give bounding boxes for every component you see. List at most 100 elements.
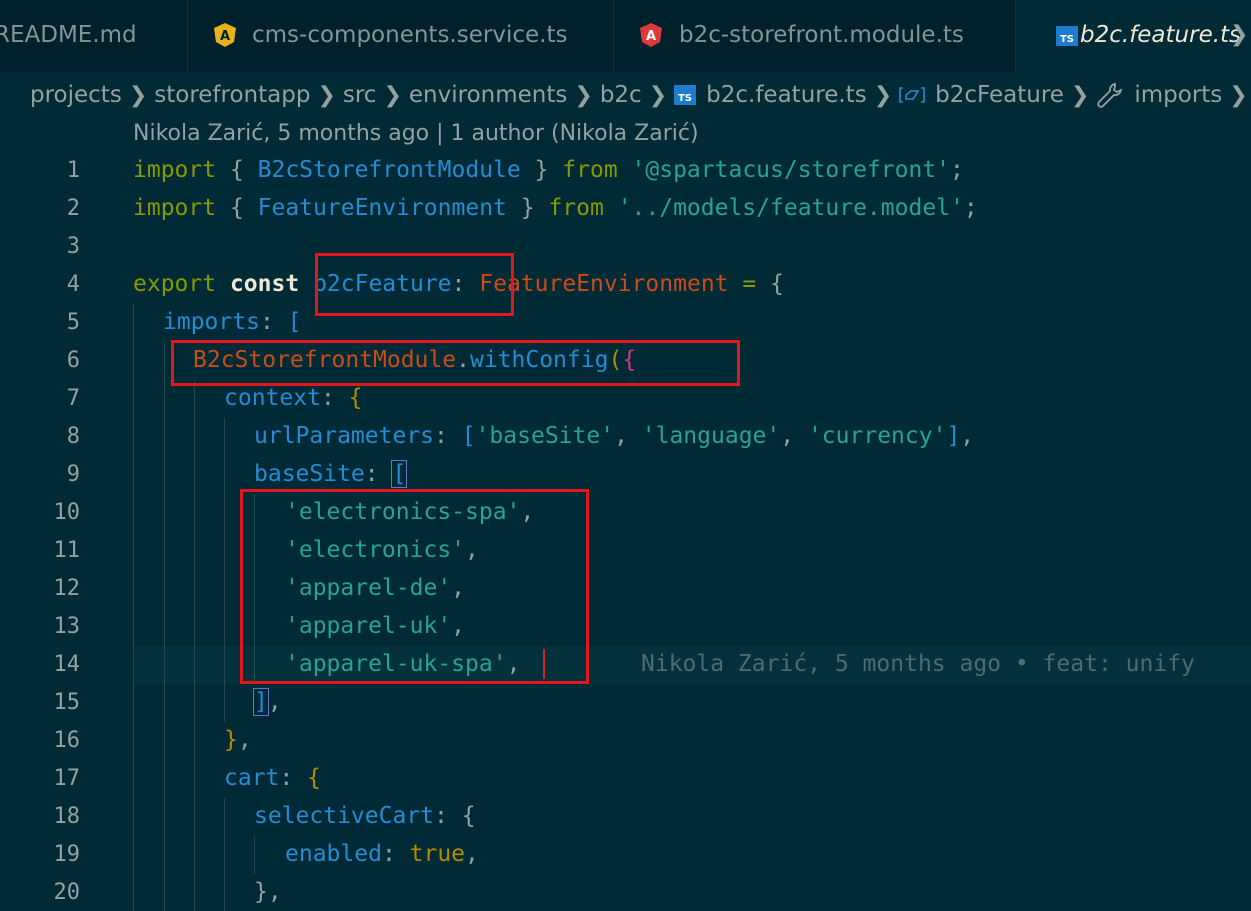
breadcrumb-item-file[interactable]: TS b2c.feature.ts [674, 82, 867, 108]
code-line[interactable]: 17 cart: { [0, 760, 1251, 798]
code-line[interactable]: 1 import { B2cStorefrontModule } from '@… [0, 152, 1251, 190]
breadcrumb-item[interactable]: b2c [600, 82, 642, 108]
indent-guide [133, 532, 134, 570]
indent-guide [224, 798, 225, 836]
indent-guide [164, 646, 165, 684]
indent-guide [133, 494, 134, 532]
line-number: 11 [53, 538, 81, 563]
code-line[interactable]: 15 ], [0, 684, 1251, 722]
codelens-blame[interactable]: Nikola Zarić, 5 months ago | 1 author (N… [133, 121, 699, 146]
line-number: 5 [66, 310, 80, 335]
breadcrumb-item-property[interactable]: imports [1096, 82, 1222, 108]
code-line[interactable]: 10 'electronics-spa', [0, 494, 1251, 532]
indent-guide [164, 722, 165, 760]
chevron-right-icon: ❯ [574, 82, 593, 108]
indent-guide [164, 760, 165, 798]
indent-guide [164, 684, 165, 722]
inline-blame[interactable]: Nikola Zarić, 5 months ago • feat: unify [641, 651, 1195, 677]
code-text: }, [224, 727, 252, 753]
indent-guide [164, 798, 165, 836]
line-number: 6 [66, 348, 80, 373]
tab-readme[interactable]: README.md [0, 0, 188, 72]
indent-guide [133, 304, 134, 342]
indent-guide [133, 570, 134, 608]
indent-guide [133, 684, 134, 722]
code-line[interactable]: 19 enabled: true, [0, 836, 1251, 874]
indent-guide [133, 798, 134, 836]
code-text: import { FeatureEnvironment } from '../m… [133, 195, 978, 221]
indent-guide [194, 836, 195, 874]
line-number: 7 [66, 386, 80, 411]
wrench-icon [1096, 82, 1124, 108]
line-number: 13 [53, 614, 81, 639]
indent-guide [224, 836, 225, 874]
code-line-current[interactable]: 14 'apparel-uk-spa', Nikola Zarić, 5 mon… [0, 646, 1251, 684]
indent-guide [194, 760, 195, 798]
code-line[interactable]: 13 'apparel-uk', [0, 608, 1251, 646]
indent-guide [164, 836, 165, 874]
code-line[interactable]: 8 urlParameters: ['baseSite', 'language'… [0, 418, 1251, 456]
code-text: baseSite: [ [254, 460, 408, 488]
code-line[interactable]: 5 imports: [ [0, 304, 1251, 342]
svg-text:A: A [646, 29, 656, 44]
code-line[interactable]: 16 }, [0, 722, 1251, 760]
code-line[interactable]: 12 'apparel-de', [0, 570, 1251, 608]
tab-label: cms-components.service.ts [252, 22, 568, 48]
line-number: 9 [66, 462, 80, 487]
indent-guide [164, 608, 165, 646]
chevron-right-icon: ❯ [128, 82, 148, 108]
indent-guide [194, 494, 195, 532]
indent-guide [133, 722, 134, 760]
indent-guide [164, 494, 165, 532]
breadcrumb-item[interactable]: projects [30, 82, 122, 108]
indent-guide [254, 836, 255, 874]
tab-b2c-feature[interactable]: TS b2c.feature.ts ❯ [1016, 0, 1251, 72]
indent-guide [224, 456, 225, 494]
indent-guide [194, 874, 195, 911]
chevron-right-icon: ❯ [873, 82, 893, 108]
indent-guide [164, 570, 165, 608]
tab-bar: README.md A cms-components.service.ts A … [0, 0, 1251, 72]
code-text: urlParameters: ['baseSite', 'language', … [254, 423, 975, 449]
code-line[interactable]: 9 baseSite: [ [0, 456, 1251, 494]
chevron-right-icon[interactable]: ❯ [1230, 22, 1248, 47]
code-text: import { B2cStorefrontModule } from '@sp… [133, 157, 964, 183]
code-line[interactable]: 4 export const b2cFeature: FeatureEnviro… [0, 266, 1251, 304]
indent-guide [224, 874, 225, 911]
code-line[interactable]: 11 'electronics', [0, 532, 1251, 570]
breadcrumb-item-symbol[interactable]: b2cFeature [899, 82, 1064, 108]
indent-guide [194, 722, 195, 760]
indent-guide [224, 532, 225, 570]
code-line[interactable]: 18 selectiveCart: { [0, 798, 1251, 836]
breadcrumb-item[interactable]: storefrontapp [154, 82, 310, 108]
code-line[interactable]: 3 [0, 228, 1251, 266]
tab-cms-components-service[interactable]: A cms-components.service.ts [188, 0, 614, 72]
indent-guide [224, 494, 225, 532]
indent-guide [133, 380, 134, 418]
breadcrumb-item[interactable]: environments [409, 82, 567, 108]
indent-guide [133, 456, 134, 494]
chevron-right-icon: ❯ [1229, 82, 1248, 108]
code-text: enabled: true, [285, 841, 479, 867]
indent-guide [164, 456, 165, 494]
indent-guide [164, 380, 165, 418]
indent-guide [194, 646, 195, 684]
indent-guide [164, 342, 165, 380]
angular-service-icon: A [212, 22, 238, 48]
indent-guide [194, 608, 195, 646]
indent-guide [133, 608, 134, 646]
code-text: cart: { [224, 765, 321, 791]
tab-label: b2c-storefront.module.ts [679, 22, 964, 48]
code-editor[interactable]: Nikola Zarić, 5 months ago | 1 author (N… [0, 116, 1251, 911]
annotation-box-basesite-values [240, 489, 589, 684]
tab-b2c-storefront-module[interactable]: A b2c-storefront.module.ts [614, 0, 1016, 72]
code-text: imports: [ [163, 309, 302, 335]
chevron-right-icon: ❯ [648, 82, 668, 108]
chevron-right-icon: ❯ [383, 82, 402, 108]
chevron-right-icon: ❯ [1070, 82, 1090, 108]
breadcrumb-item[interactable]: src [343, 82, 377, 108]
typescript-icon: TS [674, 85, 697, 105]
code-line[interactable]: 20 }, [0, 874, 1251, 911]
code-line[interactable]: 2 import { FeatureEnvironment } from '..… [0, 190, 1251, 228]
svg-text:TS: TS [1060, 34, 1074, 45]
